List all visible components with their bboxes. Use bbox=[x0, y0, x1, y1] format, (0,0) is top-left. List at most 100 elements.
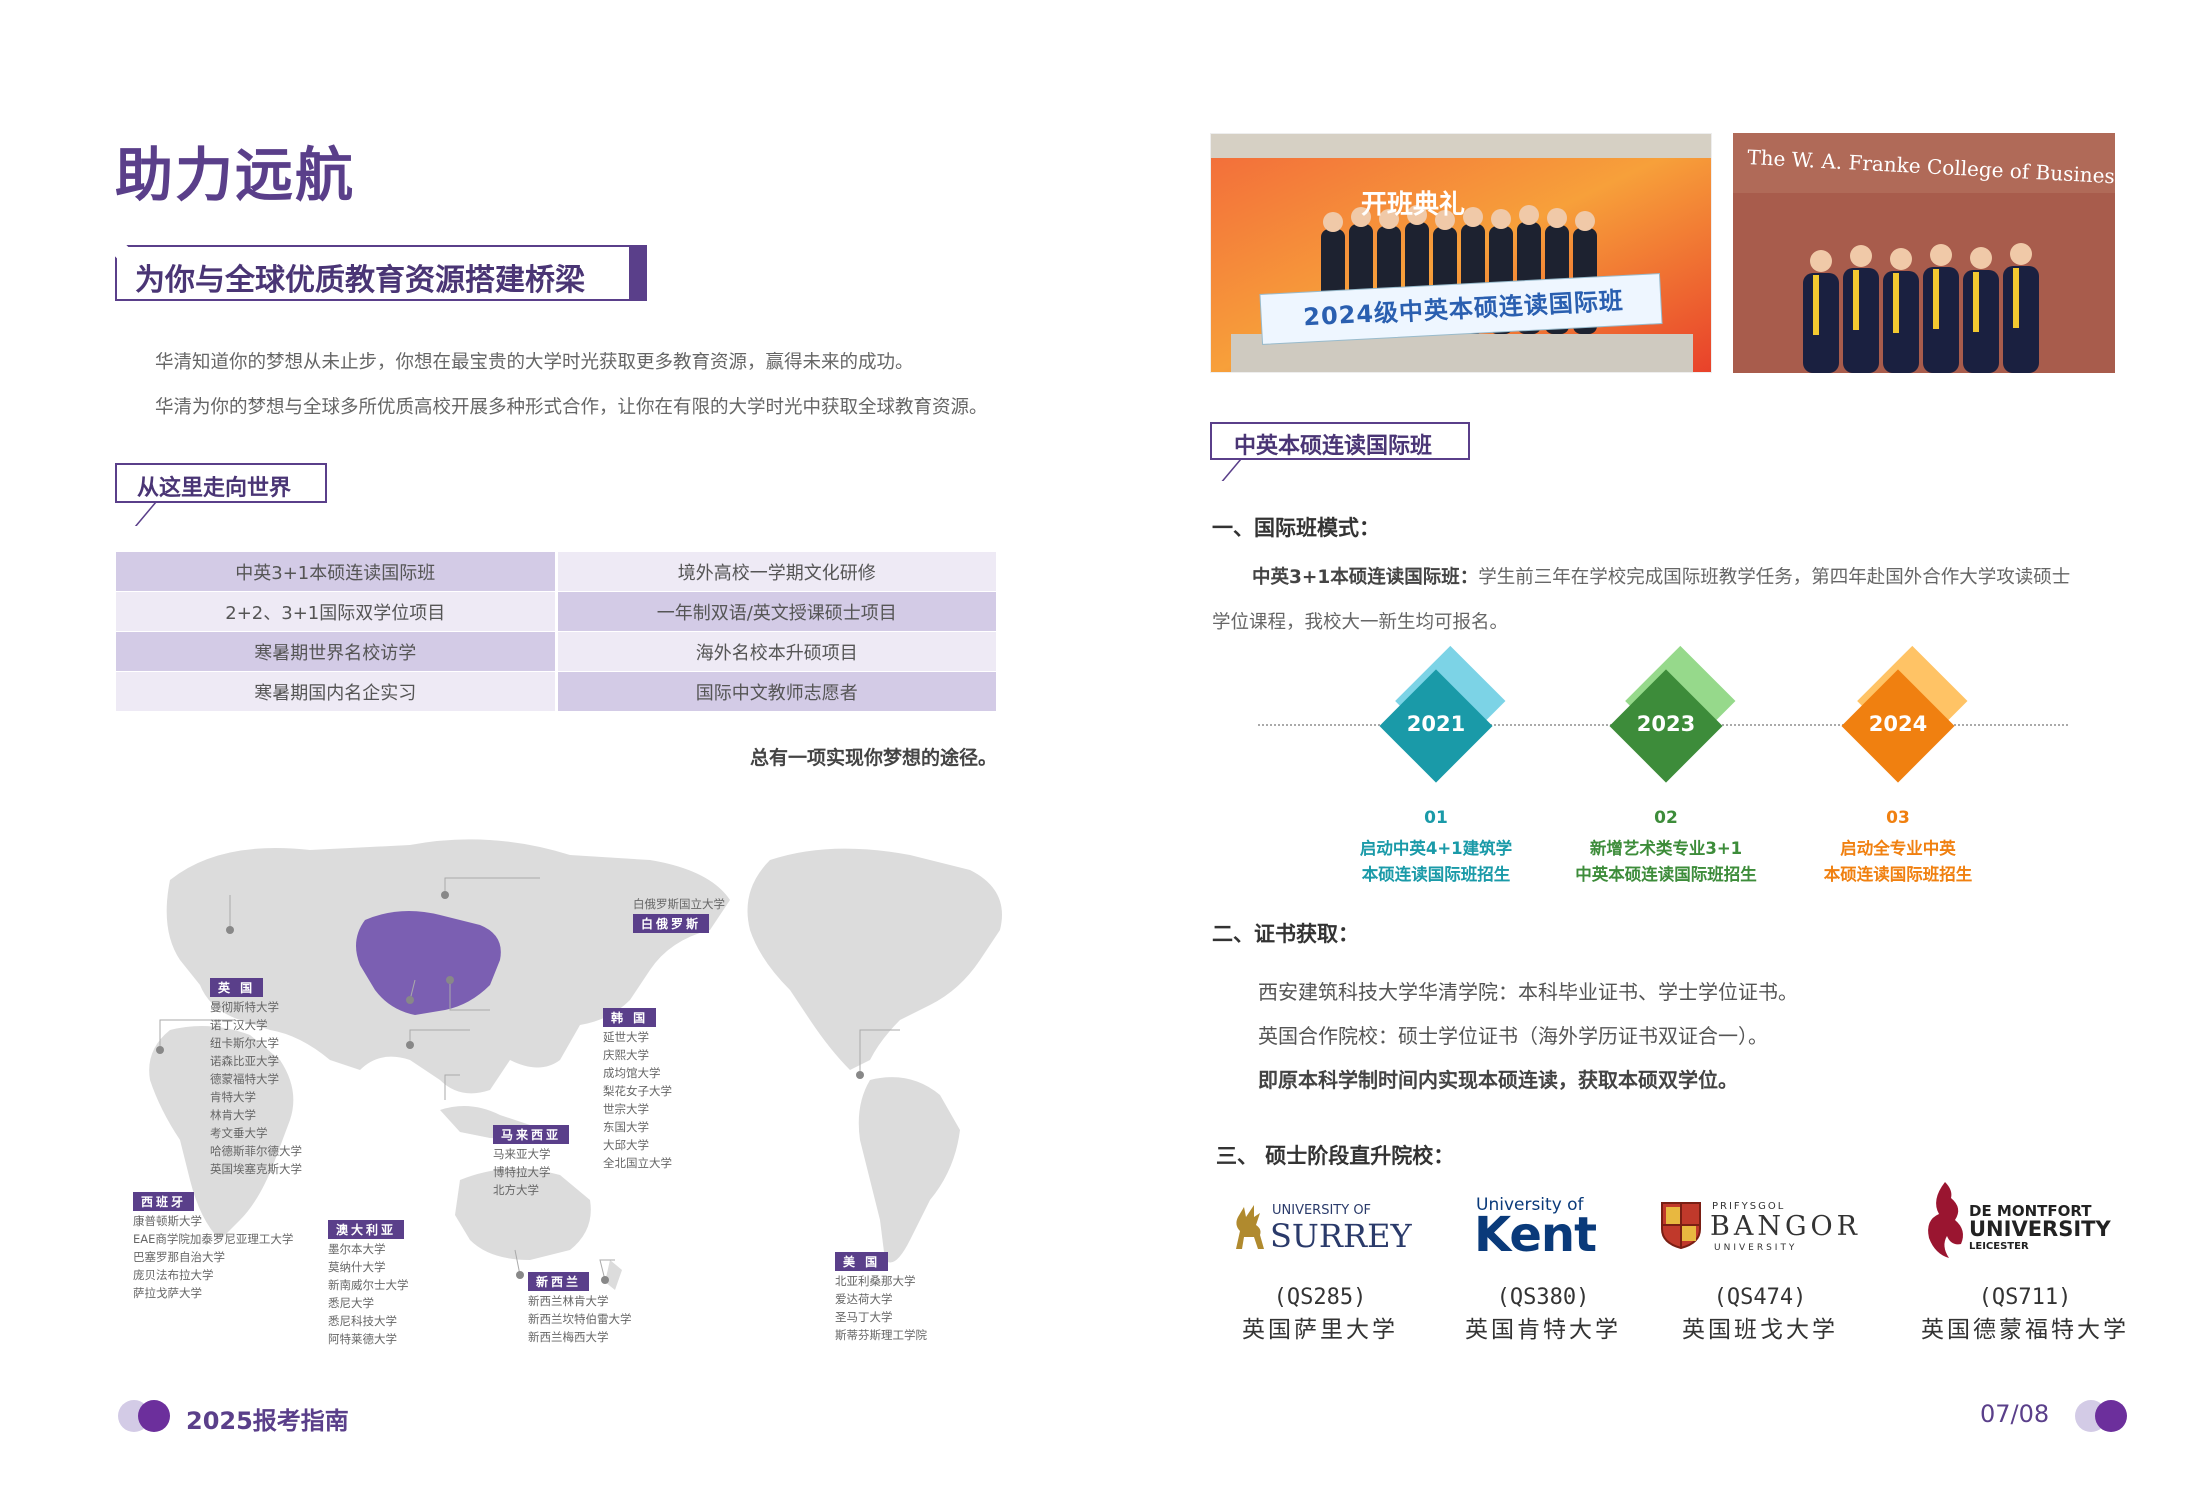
class-photo: 开班典礼 2024级中英本硕连读国际班 bbox=[1210, 133, 1712, 373]
qs-rank: (QS474) bbox=[1713, 1285, 1807, 1310]
uni-item: 林肯大学 bbox=[210, 1108, 256, 1122]
step-desc: 启动中英4+1建筑学 本硕连读国际班招生 bbox=[1316, 836, 1556, 888]
page-title: 助力远航 bbox=[115, 141, 356, 209]
logo-main-text: Kent bbox=[1474, 1207, 1597, 1263]
step-num: 02 bbox=[1654, 808, 1678, 828]
australia-uni-list: 墨尔本大学 莫纳什大学 新南威尔士大学 悉尼大学 悉尼科技大学 阿特莱德大学 bbox=[328, 1240, 409, 1348]
graduation-photo: The W. A. Franke College of Business bbox=[1733, 133, 2115, 373]
section-banner: 为你与全球优质教育资源搭建桥梁 bbox=[105, 235, 647, 301]
country-tag-uk: 英 国 bbox=[210, 978, 264, 997]
uni-item: 新西兰梅西大学 bbox=[528, 1330, 609, 1344]
uni-item: 曼彻斯特大学 bbox=[210, 1000, 279, 1014]
country-tag-usa: 美 国 bbox=[835, 1252, 889, 1271]
slogan: 总有一项实现你梦想的途径。 bbox=[750, 747, 998, 769]
logo-main-text: UNIVERSITY bbox=[1969, 1217, 2111, 1241]
spain-uni-list: 康普顿斯大学 EAE商学院加泰罗尼亚理工大学 巴塞罗那自治大学 庞贝法布拉大学 … bbox=[133, 1212, 293, 1302]
logo-sub-text: UNIVERSITY bbox=[1714, 1243, 1798, 1253]
country-tag-malaysia: 马来西亚 bbox=[493, 1125, 570, 1144]
cert-line-2: 英国合作院校：硕士学位证书（海外学历证书双证合一）。 bbox=[1258, 1024, 1768, 1048]
grid-cell: 一年制双语/英文授课硕士项目 bbox=[557, 592, 996, 631]
grid-row: 寒暑期国内名企实习 国际中文教师志愿者 bbox=[116, 672, 996, 711]
footer-dot-dark bbox=[2095, 1400, 2127, 1432]
step-desc: 新增艺术类专业3+1 中英本硕连读国际班招生 bbox=[1546, 836, 1786, 888]
uni-item: 悉尼大学 bbox=[328, 1296, 374, 1310]
footer-title: 2025报考指南 bbox=[186, 1407, 349, 1435]
grid-cell: 海外名校本升硕项目 bbox=[557, 632, 996, 671]
qs-rank: (QS711) bbox=[1978, 1285, 2072, 1310]
uni-item: 博特拉大学 bbox=[493, 1165, 551, 1179]
program-subtitle-text: 中英本硕连读国际班 bbox=[1234, 434, 1433, 459]
world-map: 白俄罗斯国立大学 白俄罗斯 英 国 曼彻斯特大学 诺丁汉大学 纽卡斯尔大学 诺森… bbox=[110, 820, 1040, 1360]
uni-item: 肯特大学 bbox=[210, 1090, 256, 1104]
uni-item: 圣马丁大学 bbox=[835, 1310, 893, 1324]
mode-line-2: 学位课程，我校大一新生均可报名。 bbox=[1212, 612, 1509, 633]
year-label: 2023 bbox=[1636, 712, 1696, 736]
belarus-uni: 白俄罗斯国立大学 bbox=[633, 897, 725, 911]
year-label: 2021 bbox=[1406, 712, 1466, 736]
step-desc-line: 启动中英4+1建筑学 bbox=[1359, 839, 1513, 858]
logo-top-text: UNIVERSITY OF bbox=[1272, 1203, 1372, 1218]
uni-card-dmu: DE MONTFORT UNIVERSITY LEICESTER (QS711)… bbox=[1905, 1180, 2145, 1344]
uni-item: 巴塞罗那自治大学 bbox=[133, 1250, 225, 1264]
section1-heading: 一、国际班模式： bbox=[1212, 516, 1380, 540]
dmu-logo: DE MONTFORT UNIVERSITY LEICESTER bbox=[1905, 1180, 2145, 1265]
stag-icon bbox=[1228, 1203, 1268, 1251]
uni-name: 英国萨里大学 bbox=[1242, 1317, 1398, 1343]
cert-summary: 即原本科学制时间内实现本硕连读，获取本硕双学位。 bbox=[1258, 1068, 1738, 1092]
uni-item: 纽卡斯尔大学 bbox=[210, 1036, 279, 1050]
uni-item: 哈德斯菲尔德大学 bbox=[210, 1144, 302, 1158]
section2-heading: 二、证书获取： bbox=[1212, 922, 1359, 946]
uni-card-bangor: PRIFYSGOL BANGOR UNIVERSITY (QS474) 英国班戈… bbox=[1660, 1195, 1860, 1344]
malaysia-uni-list: 马来亚大学 博特拉大学 北方大学 bbox=[493, 1145, 551, 1199]
cert-line-1: 西安建筑科技大学华清学院：本科毕业证书、学士学位证书。 bbox=[1258, 980, 1798, 1004]
section3-heading: 三、 硕士阶段直升院校： bbox=[1216, 1144, 1455, 1168]
year-label: 2024 bbox=[1868, 712, 1928, 736]
uni-name: 英国肯特大学 bbox=[1465, 1317, 1621, 1343]
country-tag-australia: 澳大利亚 bbox=[328, 1220, 405, 1239]
country-tag-nz: 新西兰 bbox=[528, 1272, 590, 1291]
mode-line-1: 中英3+1本硕连读国际班：学生前三年在学校完成国际班教学任务，第四年赴国外合作大… bbox=[1252, 563, 2070, 589]
timeline-diamond-2024: 2024 bbox=[1840, 645, 1968, 784]
qs-rank: (QS285) bbox=[1273, 1285, 1367, 1310]
country-tag-korea: 韩 国 bbox=[603, 1008, 657, 1027]
timeline-diamond-2023: 2023 bbox=[1608, 645, 1736, 784]
uni-item: 大邱大学 bbox=[603, 1138, 649, 1152]
country-tag-belarus: 白俄罗斯 bbox=[633, 914, 710, 933]
usa-uni-list: 北亚利桑那大学 爱达荷大学 圣马丁大学 斯蒂芬斯理工学院 bbox=[835, 1272, 927, 1344]
crest-icon bbox=[1660, 1201, 1702, 1250]
grid-row: 中英3+1本硕连读国际班 境外高校一学期文化研修 bbox=[116, 552, 996, 591]
uni-item: 考文垂大学 bbox=[210, 1126, 268, 1140]
footer-right-dots bbox=[2075, 1398, 2145, 1434]
country-tag-spain: 西班牙 bbox=[133, 1192, 195, 1211]
logo-sub-text: LEICESTER bbox=[1969, 1241, 2029, 1252]
step-desc-line: 中英本硕连读国际班招生 bbox=[1575, 865, 1757, 884]
page-number: 07/08 bbox=[1980, 1400, 2050, 1428]
grid-cell: 中英3+1本硕连读国际班 bbox=[116, 552, 555, 591]
step-desc-line: 本硕连读国际班招生 bbox=[1823, 865, 1973, 884]
grid-row: 寒暑期世界名校访学 海外名校本升硕项目 bbox=[116, 632, 996, 671]
program-grid: 中英3+1本硕连读国际班 境外高校一学期文化研修 2+2、3+1国际双学位项目 … bbox=[116, 552, 996, 712]
uni-item: 庆熙大学 bbox=[603, 1048, 649, 1062]
banner-text: 为你与全球优质教育资源搭建桥梁 bbox=[135, 263, 585, 298]
uni-item: 北方大学 bbox=[493, 1183, 539, 1197]
uni-item: 北亚利桑那大学 bbox=[835, 1274, 916, 1288]
qs-rank: (QS380) bbox=[1496, 1285, 1590, 1310]
uni-item: 东国大学 bbox=[603, 1120, 649, 1134]
uni-item: 莫纳什大学 bbox=[328, 1260, 386, 1274]
timeline-diamond-2021: 2021 bbox=[1378, 645, 1506, 784]
flame-icon bbox=[1921, 1180, 1967, 1260]
grid-cell: 国际中文教师志愿者 bbox=[557, 672, 996, 711]
subtitle-tag: 从这里走向世界 bbox=[115, 463, 327, 503]
korea-uni-list: 延世大学 庆熙大学 成均馆大学 梨花女子大学 世宗大学 东国大学 大邱大学 全北… bbox=[603, 1028, 672, 1172]
step-desc-line: 启动全专业中英 bbox=[1840, 839, 1956, 858]
kent-logo: University of Kent bbox=[1458, 1195, 1628, 1265]
uni-item: 萨拉戈萨大学 bbox=[133, 1286, 202, 1300]
uni-name: 英国德蒙福特大学 bbox=[1921, 1317, 2129, 1343]
uni-item: 新南威尔士大学 bbox=[328, 1278, 409, 1292]
uni-item: 斯蒂芬斯理工学院 bbox=[835, 1328, 927, 1342]
surrey-logo: UNIVERSITY OF SURREY bbox=[1220, 1195, 1420, 1265]
uni-item: 诺丁汉大学 bbox=[210, 1018, 268, 1032]
uni-item: 康普顿斯大学 bbox=[133, 1214, 202, 1228]
uni-card-kent: University of Kent (QS380) 英国肯特大学 bbox=[1458, 1195, 1628, 1344]
grid-cell: 寒暑期世界名校访学 bbox=[116, 632, 555, 671]
